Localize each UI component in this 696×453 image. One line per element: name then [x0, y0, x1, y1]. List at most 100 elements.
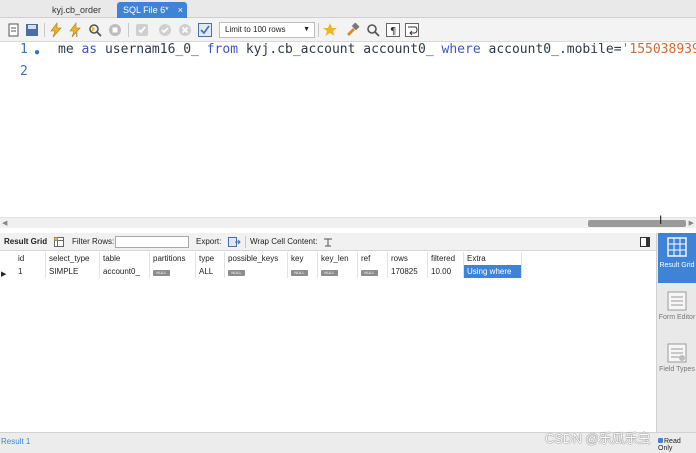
tab-bar: kyj.cb_order SQL File 6* × [0, 0, 696, 18]
column-header[interactable]: filtered [428, 252, 464, 265]
wrap-cell-icon[interactable] [323, 237, 333, 247]
rollback-icon[interactable] [177, 22, 193, 38]
save-icon[interactable] [24, 22, 40, 38]
execute-icon[interactable] [48, 22, 64, 38]
toolbar-separator [245, 236, 246, 248]
cell-possible-keys[interactable]: NULL [225, 265, 288, 278]
cell-key[interactable]: NULL [288, 265, 318, 278]
side-button-label: Field Types [659, 366, 695, 373]
column-header[interactable]: key [288, 252, 318, 265]
code-text: me [58, 42, 82, 57]
autocommit-icon[interactable] [197, 22, 213, 38]
keyword-from: from [206, 42, 239, 57]
editor-horizontal-scrollbar[interactable]: ◀ ▶ [0, 217, 696, 228]
null-badge: NULL [361, 270, 378, 276]
scroll-left-icon[interactable]: ◀ [2, 219, 7, 227]
column-header[interactable]: partitions [150, 252, 196, 265]
filter-rows-label: Filter Rows: [72, 237, 115, 246]
cell-partitions[interactable]: NULL [150, 265, 196, 278]
null-badge: NULL [291, 270, 308, 276]
cell-id[interactable]: 1 [15, 265, 46, 278]
column-header[interactable]: type [196, 252, 225, 265]
grid-view-icon [667, 237, 687, 257]
wrap-icon[interactable] [404, 22, 420, 38]
limit-rows-select[interactable]: Limit to 100 rows ▼ [219, 22, 315, 38]
current-row-icon: ▶ [1, 271, 7, 278]
null-badge: NULL [228, 270, 245, 276]
string-literal: '15503893978' [621, 42, 696, 57]
cell-type[interactable]: ALL [196, 265, 225, 278]
tab-kyj-cb-order[interactable]: kyj.cb_order [46, 2, 116, 18]
column-header[interactable]: table [100, 252, 150, 265]
null-badge: NULL [153, 270, 170, 276]
cell-table[interactable]: account0_ [100, 265, 150, 278]
cell-filtered[interactable]: 10.00 [428, 265, 464, 278]
null-badge: NULL [321, 270, 338, 276]
statement-marker-icon: ● [34, 47, 41, 58]
sql-editor-window: kyj.cb_order SQL File 6* × I Limit to 10… [0, 0, 696, 453]
code-text: usernam16_0_ [97, 42, 207, 57]
form-editor-icon [667, 291, 687, 311]
column-header[interactable]: rows [388, 252, 428, 265]
code-text: kyj.cb_account account0_ [238, 42, 442, 57]
tab-sql-file-6[interactable]: SQL File 6* × [117, 2, 187, 18]
toolbar-separator [44, 23, 45, 37]
grid-icon[interactable] [54, 237, 64, 247]
result-grid-label: Result Grid [4, 237, 48, 246]
find-icon[interactable] [365, 22, 381, 38]
invisible-chars-icon[interactable]: ¶ [385, 22, 401, 38]
column-header[interactable]: Extra [464, 252, 522, 265]
text-cursor-icon: I [659, 213, 663, 227]
tab-label: kyj.cb_order [52, 5, 102, 15]
limit-rows-value: Limit to 100 rows [225, 25, 286, 34]
code-line-1[interactable]: me as usernam16_0_ from kyj.cb_account a… [58, 42, 696, 57]
cell-key-len[interactable]: NULL [318, 265, 358, 278]
line-number: 2 [20, 64, 28, 79]
column-header[interactable]: select_type [46, 252, 100, 265]
cell-ref[interactable]: NULL [358, 265, 388, 278]
grid-header-row: id select_type table partitions type pos… [0, 252, 522, 265]
column-header[interactable]: ref [358, 252, 388, 265]
keyword-as: as [81, 42, 98, 57]
cell-select-type[interactable]: SIMPLE [46, 265, 100, 278]
result-tab[interactable]: Result 1 [0, 435, 40, 449]
svg-text:I: I [76, 32, 78, 38]
commit-icon[interactable] [157, 22, 173, 38]
result-grid-view-button[interactable]: Result Grid [658, 233, 696, 283]
result-side-panel: Result Grid Form Editor Field Types [656, 233, 696, 438]
scroll-right-icon[interactable]: ▶ [689, 219, 694, 227]
column-header[interactable]: id [15, 252, 46, 265]
cell-extra[interactable]: Using where [464, 265, 522, 278]
field-types-button[interactable]: Field Types [658, 339, 696, 389]
result-toolbar: Result Grid Filter Rows: Export: Wrap Ce… [0, 233, 656, 251]
tab-label: SQL File 6* [123, 5, 169, 15]
read-only-icon [658, 438, 663, 443]
toggle-panel-icon[interactable] [640, 237, 650, 247]
chevron-down-icon: ▼ [303, 26, 310, 33]
new-file-icon[interactable] [6, 22, 22, 38]
scrollbar-thumb[interactable] [588, 220, 686, 227]
export-icon[interactable] [228, 237, 241, 247]
export-label: Export: [196, 237, 222, 246]
execute-current-icon[interactable]: I [67, 22, 83, 38]
brush-icon[interactable] [345, 22, 361, 38]
beautify-icon[interactable] [322, 22, 338, 38]
read-only-indicator: Read Only [658, 438, 696, 452]
close-icon[interactable]: × [178, 2, 183, 18]
toggle-error-icon[interactable] [134, 22, 150, 38]
line-number: 1 [20, 42, 28, 57]
side-button-label: Result Grid [659, 262, 695, 269]
filter-rows-input[interactable] [115, 236, 189, 248]
explain-icon[interactable] [87, 22, 103, 38]
cell-rows[interactable]: 170825 [388, 265, 428, 278]
column-header[interactable]: possible_keys [225, 252, 288, 265]
form-editor-button[interactable]: Form Editor [658, 287, 696, 337]
keyword-where: where [441, 42, 481, 57]
stop-icon[interactable] [107, 22, 123, 38]
sql-editor[interactable]: 1 ● 2 me as usernam16_0_ from kyj.cb_acc… [0, 42, 696, 218]
table-row[interactable]: ▶ 1 SIMPLE account0_ NULL ALL NULL NULL … [0, 265, 522, 278]
code-text: account0_.mobile= [480, 42, 622, 57]
column-header[interactable]: key_len [318, 252, 358, 265]
side-button-label: Form Editor [658, 314, 696, 321]
results-grid: id select_type table partitions type pos… [0, 252, 656, 432]
